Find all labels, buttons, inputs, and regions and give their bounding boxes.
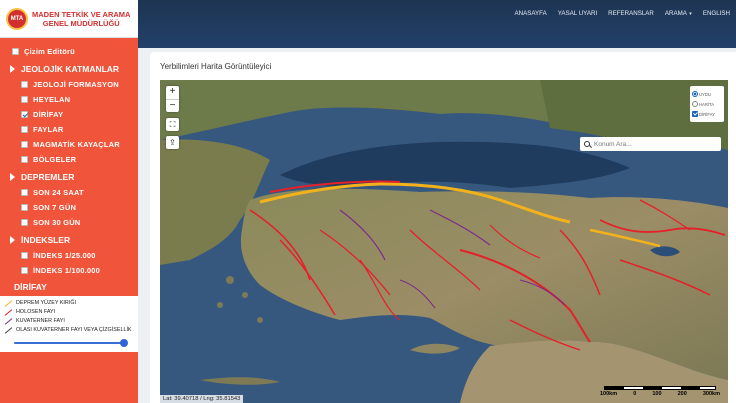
line-icon: [4, 300, 13, 307]
earthquakes-7d[interactable]: SON 7 GÜN: [0, 200, 138, 215]
layer-menu: Çizim Editörü JEOLOJİK KATMANLAR JEOLOJİ…: [0, 38, 138, 352]
checkbox-checked[interactable]: [21, 111, 28, 118]
card-title: Yerbilimleri Harita Görüntüleyici: [160, 62, 272, 71]
slider-track: [14, 342, 126, 344]
layer-jeoloji-formasyon[interactable]: JEOLOJİ FORMASYON: [0, 77, 138, 92]
coordinate-readout: Lat: 39.40718 / Lng: 35.81543: [160, 395, 244, 403]
zoom-in-button[interactable]: +: [166, 86, 179, 99]
overlay-dirifay[interactable]: DİRİFAY: [692, 109, 722, 119]
checkbox[interactable]: [21, 81, 28, 88]
section-earthquakes[interactable]: DEPREMLER: [0, 167, 138, 185]
legend-item: KUVATERNER FAYI: [4, 317, 134, 326]
caret-right-icon: [10, 173, 15, 181]
checkbox[interactable]: [21, 96, 28, 103]
map-view[interactable]: + − ⛶ ⇪ UYDU HARİTA DİRİFAY Lat:: [160, 80, 728, 403]
nav-references[interactable]: REFERANSLAR: [608, 10, 654, 17]
scale-bar-graphic: [604, 386, 716, 390]
checkbox[interactable]: [21, 141, 28, 148]
checkbox[interactable]: [21, 156, 28, 163]
legend-item: OLASI KUVATERNER FAYI VEYA ÇİZGİSELLİK: [4, 326, 134, 335]
earthquakes-30d[interactable]: SON 30 GÜN: [0, 215, 138, 230]
line-icon: [4, 309, 13, 316]
scale-bar: 100km 0 100 200 300km: [600, 385, 720, 399]
legend: DEPREM YÜZEY KIRIĞI HOLOSEN FAYI KUVATER…: [0, 296, 138, 352]
brand-name: MADEN TETKİK VE ARAMA GENEL MÜDÜRLÜĞÜ: [32, 9, 131, 28]
checkbox[interactable]: [12, 48, 19, 55]
scale-labels: 100km 0 100 200 300km: [600, 391, 720, 397]
layer-faylar[interactable]: FAYLAR: [0, 122, 138, 137]
search-icon: [584, 141, 590, 147]
nav-home[interactable]: ANASAYFA: [515, 10, 547, 17]
nav-search-dropdown[interactable]: ARAMA ▾: [665, 10, 692, 17]
checkbox[interactable]: [21, 126, 28, 133]
section-indexes[interactable]: İNDEKSLER: [0, 230, 138, 248]
nav-english[interactable]: ENGLISH: [703, 10, 730, 17]
location-search[interactable]: [580, 137, 721, 151]
line-icon: [4, 318, 13, 325]
earthquakes-24h[interactable]: SON 24 SAAT: [0, 185, 138, 200]
nav-legal[interactable]: YASAL UYARI: [558, 10, 597, 17]
mta-logo-icon: MTA: [6, 7, 28, 30]
layer-magmatik[interactable]: MAGMATİK KAYAÇLAR: [0, 137, 138, 152]
opacity-slider[interactable]: [14, 338, 128, 348]
drawing-editor-toggle[interactable]: Çizim Editörü: [0, 44, 138, 59]
index-25000[interactable]: İNDEKS 1/25.000: [0, 248, 138, 263]
checkbox[interactable]: [21, 219, 28, 226]
caret-right-icon: [10, 65, 15, 73]
nav-links: ANASAYFA YASAL UYARI REFERANSLAR ARAMA ▾…: [515, 10, 730, 17]
island: [226, 276, 234, 284]
map-card: Yerbilimleri Harita Görüntüleyici + − ⛶ …: [150, 52, 736, 403]
radio-selected[interactable]: [692, 91, 698, 97]
legend-item: DEPREM YÜZEY KIRIĞI: [4, 299, 134, 308]
checkbox-checked[interactable]: [692, 111, 698, 117]
island: [217, 302, 223, 308]
island: [257, 317, 263, 323]
layer-heyelan[interactable]: HEYELAN: [0, 92, 138, 107]
section-geology[interactable]: JEOLOJİK KATMANLAR: [0, 59, 138, 77]
legend-title: DİRİFAY: [14, 282, 47, 292]
satellite-map: [160, 80, 728, 403]
checkbox[interactable]: [21, 252, 28, 259]
layer-bolgeler[interactable]: BÖLGELER: [0, 152, 138, 167]
upload-icon[interactable]: ⇪: [166, 136, 179, 149]
legend-item: HOLOSEN FAYI: [4, 308, 134, 317]
basemap-satellite[interactable]: UYDU: [692, 89, 722, 99]
checkbox[interactable]: [21, 189, 28, 196]
zoom-control: + −: [166, 86, 179, 112]
checkbox[interactable]: [21, 267, 28, 274]
fullscreen-icon[interactable]: ⛶: [166, 118, 179, 131]
caret-right-icon: [10, 236, 15, 244]
basemap-map[interactable]: HARİTA: [692, 99, 722, 109]
basemap-switcher: UYDU HARİTA DİRİFAY: [690, 86, 724, 122]
location-search-input[interactable]: [594, 140, 714, 148]
zoom-out-button[interactable]: −: [166, 99, 179, 112]
checkbox[interactable]: [21, 204, 28, 211]
slider-thumb[interactable]: [120, 339, 128, 347]
caret-down-icon: ▾: [687, 11, 692, 17]
line-icon: [4, 327, 13, 334]
layer-dirifay[interactable]: DİRİFAY: [0, 107, 138, 122]
brand-logo[interactable]: MTA MADEN TETKİK VE ARAMA GENEL MÜDÜRLÜĞ…: [0, 0, 138, 38]
sidebar: MTA MADEN TETKİK VE ARAMA GENEL MÜDÜRLÜĞ…: [0, 0, 138, 403]
island: [242, 292, 248, 298]
top-navbar: ANASAYFA YASAL UYARI REFERANSLAR ARAMA ▾…: [138, 0, 736, 48]
index-100000[interactable]: İNDEKS 1/100.000: [0, 263, 138, 278]
radio[interactable]: [692, 101, 698, 107]
